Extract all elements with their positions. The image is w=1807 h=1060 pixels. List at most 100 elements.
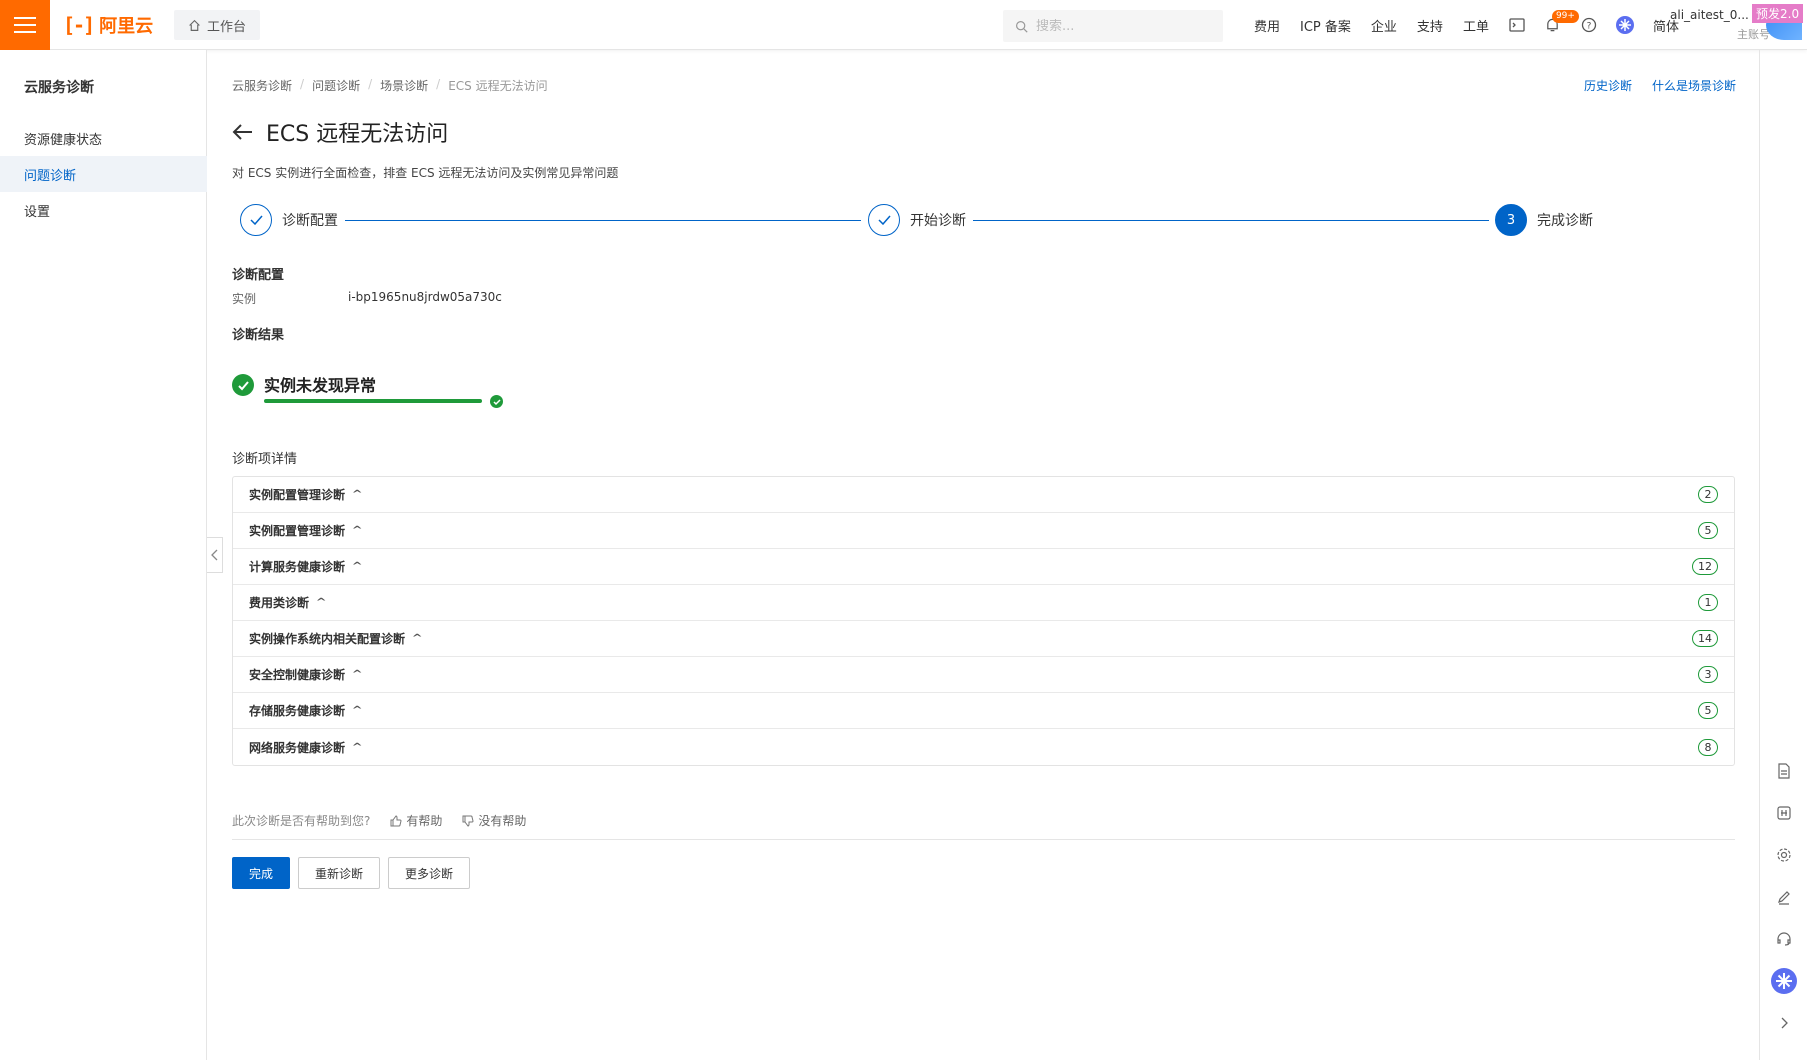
not-helpful-button[interactable]: 没有帮助 — [462, 812, 526, 829]
more-diagnosis-button[interactable]: 更多诊断 — [388, 857, 471, 889]
item-count: 5 — [1698, 702, 1718, 719]
workbench-button[interactable]: 工作台 — [174, 10, 261, 40]
result-section-title: 诊断结果 — [232, 328, 285, 343]
nav-support[interactable]: 支持 — [1407, 16, 1453, 35]
ai-assistant-icon — [1770, 968, 1797, 994]
rediagnose-button[interactable]: 重新诊断 — [298, 857, 381, 889]
breadcrumb-current: ECS 远程无法访问 — [448, 79, 548, 93]
helpful-button[interactable]: 有帮助 — [390, 812, 442, 829]
customer-service-button[interactable] — [1770, 925, 1798, 953]
cloud-shell-button[interactable] — [1499, 0, 1535, 50]
document-button[interactable] — [1770, 757, 1798, 785]
list-item[interactable]: 存储服务健康诊断 ^ 5 — [233, 693, 1734, 729]
nav-ticket[interactable]: 工单 — [1453, 16, 1499, 35]
step-label: 开始诊断 — [910, 213, 966, 229]
item-label: 计算服务健康诊断 — [249, 560, 346, 574]
sidebar-item-problem-diagnosis[interactable]: 问题诊断 — [0, 156, 207, 192]
chevron-up-icon: ^ — [351, 561, 363, 572]
progress-complete-icon — [490, 395, 503, 408]
headset-icon — [1776, 932, 1791, 946]
sidebar: 云服务诊断 资源健康状态 问题诊断 设置 — [0, 50, 207, 1060]
notification-button[interactable]: 99+ — [1535, 0, 1579, 50]
feedback-question: 此次诊断是否有帮助到您? — [232, 814, 371, 828]
diagnosis-details-list: 实例配置管理诊断 ^ 2 实例配置管理诊断 ^ 5 计算服务健康诊断 ^ 12 费用类… — [232, 476, 1735, 766]
search-box[interactable] — [1003, 10, 1223, 42]
aliyun-logo[interactable]: [-] 阿里云 — [63, 12, 153, 38]
item-count: 5 — [1698, 522, 1718, 539]
logo-text: 阿里云 — [99, 16, 154, 37]
list-item[interactable]: 安全控制健康诊断 ^ 3 — [233, 657, 1734, 693]
what-is-scenario-link[interactable]: 什么是场景诊断 — [1652, 77, 1736, 94]
user-role: 主账号 — [1737, 28, 1770, 41]
item-label: 安全控制健康诊断 — [249, 668, 346, 682]
item-label: 费用类诊断 — [249, 596, 310, 610]
chevron-up-icon: ^ — [351, 489, 363, 500]
ai-assistant-float-button[interactable] — [1770, 967, 1798, 995]
thumbs-down-icon — [462, 815, 474, 827]
finish-button[interactable]: 完成 — [232, 857, 291, 889]
sidebar-collapse-handle[interactable] — [207, 537, 223, 573]
ai-assistant-icon — [1615, 16, 1634, 34]
hamburger-menu-button[interactable] — [0, 0, 50, 50]
history-diagnosis-link[interactable]: 历史诊断 — [1584, 77, 1632, 94]
nav-enterprise[interactable]: 企业 — [1361, 16, 1407, 35]
item-label: 存储服务健康诊断 — [249, 704, 346, 718]
list-item[interactable]: 计算服务健康诊断 ^ 12 — [233, 549, 1734, 585]
logo-bracket-icon: [-] — [63, 13, 95, 37]
breadcrumb-item[interactable]: 场景诊断 — [380, 77, 428, 94]
instance-value: i-bp1965nu8jrdw05a730c — [348, 290, 502, 304]
item-count: 3 — [1698, 666, 1718, 683]
chevron-up-icon: ^ — [315, 597, 327, 608]
step-connector — [973, 220, 1489, 221]
expand-toolbar-button[interactable] — [1770, 1009, 1798, 1037]
instance-label: 实例 — [232, 292, 257, 306]
api-button[interactable] — [1770, 799, 1798, 827]
pencil-icon — [1777, 891, 1790, 905]
breadcrumb-separator: / — [436, 77, 441, 91]
list-item[interactable]: 网络服务健康诊断 ^ 8 — [233, 729, 1734, 765]
item-label: 实例配置管理诊断 — [249, 488, 346, 502]
sidebar-item-resource-health[interactable]: 资源健康状态 — [0, 120, 207, 156]
sidebar-title: 云服务诊断 — [24, 80, 94, 96]
workbench-label: 工作台 — [207, 19, 247, 35]
item-count: 14 — [1692, 630, 1718, 647]
list-item[interactable]: 实例配置管理诊断 ^ 2 — [233, 477, 1734, 513]
page-title-text: ECS 远程无法访问 — [266, 122, 449, 147]
item-label: 网络服务健康诊断 — [249, 740, 346, 755]
sidebar-item-label: 问题诊断 — [24, 168, 77, 184]
search-input[interactable] — [1036, 18, 1206, 34]
action-buttons: 完成 重新诊断 更多诊断 — [232, 857, 471, 889]
list-item[interactable]: 实例配置管理诊断 ^ 5 — [233, 513, 1734, 549]
help-button[interactable]: ? — [1571, 0, 1607, 50]
item-count: 1 — [1698, 594, 1718, 611]
nav-icp[interactable]: ICP 备案 — [1290, 16, 1361, 35]
not-helpful-label: 没有帮助 — [478, 814, 527, 828]
svg-text:?: ? — [1587, 22, 1592, 32]
nav-fees[interactable]: 费用 — [1244, 16, 1290, 35]
env-tag: 预发2.0 — [1752, 4, 1804, 23]
list-item[interactable]: 费用类诊断 ^ 1 — [233, 585, 1734, 621]
sidebar-item-settings[interactable]: 设置 — [0, 192, 207, 228]
back-arrow-icon[interactable] — [232, 123, 254, 141]
steps-indicator: 诊断配置 开始诊断 3 完成诊断 — [240, 204, 1640, 238]
thumbs-up-icon — [390, 814, 402, 826]
search-icon — [1016, 20, 1028, 33]
result-text: 实例未发现异常 — [264, 376, 377, 395]
home-icon — [189, 19, 200, 31]
breadcrumb: 云服务诊断 / 问题诊断 / 场景诊断 / ECS 远程无法访问 — [232, 77, 548, 94]
list-item[interactable]: 实例操作系统内相关配置诊断 ^ 14 — [233, 621, 1734, 657]
terminal-icon — [1509, 18, 1525, 32]
chevron-up-icon: ^ — [351, 705, 363, 716]
ai-assistant-button[interactable] — [1607, 0, 1643, 50]
step-number: 3 — [1495, 204, 1527, 236]
check-icon — [868, 204, 900, 236]
breadcrumb-item[interactable]: 云服务诊断 — [232, 77, 292, 94]
settings-button[interactable] — [1770, 841, 1798, 869]
chevron-up-icon: ^ — [351, 669, 363, 680]
edit-button[interactable] — [1770, 883, 1798, 911]
document-icon — [1777, 763, 1790, 779]
chevron-right-icon — [1781, 1017, 1788, 1029]
item-count: 12 — [1692, 558, 1718, 575]
item-label: 实例操作系统内相关配置诊断 — [249, 632, 406, 646]
breadcrumb-item[interactable]: 问题诊断 — [312, 77, 360, 94]
